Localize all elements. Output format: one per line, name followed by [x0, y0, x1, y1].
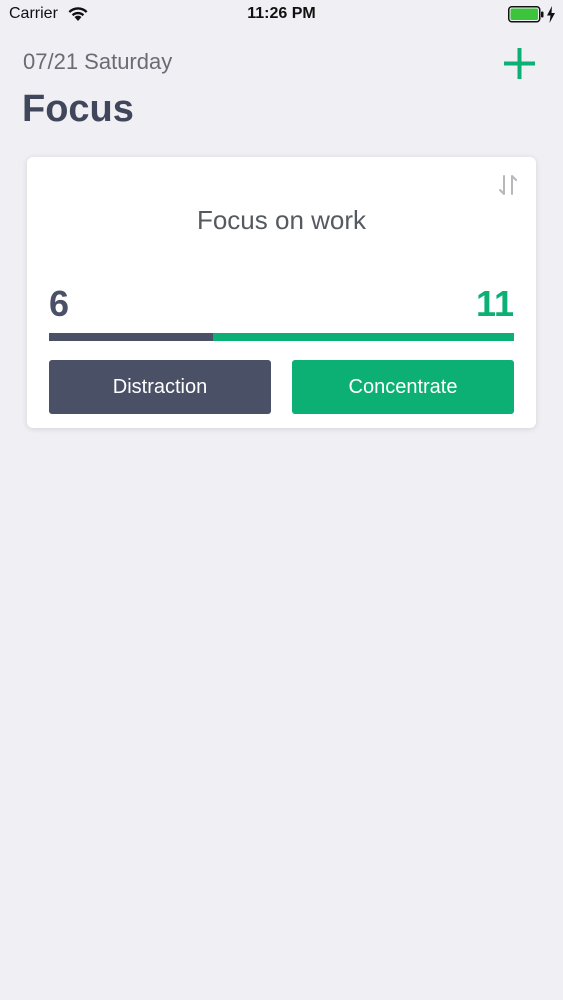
- battery-icon: [508, 6, 544, 23]
- distraction-count: 6: [49, 283, 70, 324]
- distraction-button[interactable]: Distraction: [49, 360, 271, 414]
- concentrate-count: 11: [475, 283, 514, 324]
- date-label: 07/21 Saturday: [23, 49, 173, 74]
- status-time: 11:26 PM: [247, 5, 316, 22]
- progress-bar-distraction-fill: [49, 333, 214, 341]
- add-button[interactable]: [500, 44, 540, 84]
- progress-bar: [49, 333, 514, 341]
- swap-vertical-icon: [499, 175, 517, 195]
- concentrate-button[interactable]: Concentrate: [292, 360, 514, 414]
- focus-card: Focus on work 6 11 Distraction Concentra…: [27, 157, 536, 428]
- card-title: Focus on work: [196, 205, 367, 235]
- page-title: Focus: [22, 88, 134, 130]
- plus-icon: [504, 48, 535, 79]
- sort-button[interactable]: [497, 173, 519, 197]
- charging-icon: [547, 6, 555, 23]
- status-bar: Carrier 11:26 PM: [0, 0, 563, 30]
